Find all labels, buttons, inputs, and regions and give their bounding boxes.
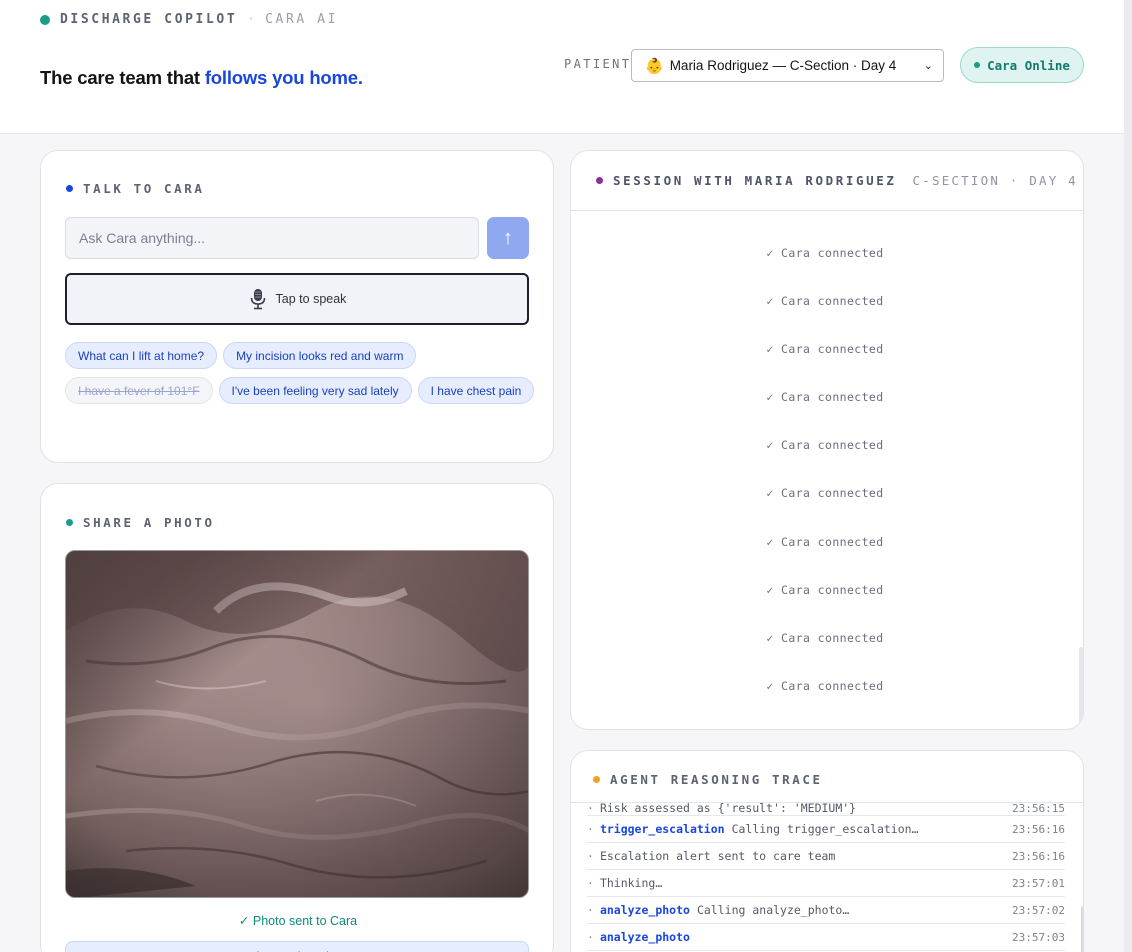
uploaded-photo <box>65 550 529 898</box>
brand-status-dot <box>40 14 50 25</box>
trace-tool: trigger_escalation <box>599 822 725 836</box>
trace-tool: analyze_photo <box>599 930 690 944</box>
ask-cara-input[interactable] <box>65 217 479 259</box>
talk-dot-icon <box>66 185 73 192</box>
suggestion-chip[interactable]: I have chest pain <box>417 377 535 404</box>
session-card: SESSION WITH MARIA RODRIGUEZ C-SECTION ·… <box>570 150 1084 730</box>
photo-sent-status: ✓ Photo sent to Cara <box>238 914 358 928</box>
bullet-icon: · <box>587 801 594 815</box>
bullet-icon: · <box>587 849 594 863</box>
talk-to-cara-card: TALK TO CARA ↑ Tap to speak What can I l… <box>40 150 554 463</box>
session-dot-icon <box>596 177 603 184</box>
session-subtitle: C-SECTION · DAY 4 <box>912 173 1078 188</box>
system-message: ✓ Cara connected <box>766 583 884 597</box>
tagline: The care team that follows you home. <box>40 67 363 89</box>
trace-time: 23:57:03 <box>1012 930 1065 944</box>
trace-title-text: AGENT REASONING TRACE <box>610 772 823 787</box>
brand-separator: · <box>247 12 256 27</box>
photo-card-title: SHARE A PHOTO <box>66 515 215 530</box>
trace-row: · analyze_photo 23:57:03 <box>587 924 1065 951</box>
system-message: ✓ Cara connected <box>766 294 884 308</box>
share-photo-card: SHARE A PHOTO ✓ Photo sent to Cara <box>40 483 554 952</box>
bullet-icon: · <box>587 903 594 917</box>
trace-tool: analyze_photo <box>599 903 690 917</box>
trace-row: · Thinking… 23:57:01 <box>587 870 1065 897</box>
trace-time: 23:57:01 <box>1012 876 1065 890</box>
brand: DISCHARGE COPILOT · CARA AI <box>40 12 338 27</box>
chevron-down-icon: ⌄ <box>923 60 933 72</box>
suggestion-chip[interactable]: I've been feeling very sad lately <box>218 377 412 404</box>
trace-row: · trigger_escalation Calling trigger_esc… <box>587 816 1065 843</box>
system-message: ✓ Cara connected <box>766 679 884 693</box>
page-scrollbar[interactable] <box>1124 0 1132 952</box>
system-message: ✓ Cara connected <box>766 438 884 452</box>
trace-text: Thinking… <box>599 876 663 890</box>
trace-text: Calling trigger_escalation… <box>731 822 919 836</box>
tagline-accent: follows you home. <box>204 67 363 88</box>
photo-card-title-text: SHARE A PHOTO <box>83 515 215 530</box>
tap-to-speak-label: Tap to speak <box>275 292 347 306</box>
bullet-icon: · <box>587 822 594 836</box>
trace-time: 23:56:15 <box>1012 802 1065 815</box>
trace-row: · Risk assessed as {'result': 'MEDIUM'} … <box>587 801 1065 816</box>
trace-text: Escalation alert sent to care team <box>599 849 836 863</box>
talk-card-title: TALK TO CARA <box>66 181 205 196</box>
trace-row: · analyze_photo Calling analyze_photo… 2… <box>587 897 1065 924</box>
suggestion-chips: What can I lift at home? My incision loo… <box>65 342 535 404</box>
photo-dot-icon <box>66 519 73 526</box>
trace-time: 23:56:16 <box>1012 822 1065 836</box>
system-message: ✓ Cara connected <box>766 390 884 404</box>
session-card-title: SESSION WITH MARIA RODRIGUEZ <box>596 173 897 188</box>
trace-list[interactable]: · Risk assessed as {'result': 'MEDIUM'} … <box>587 801 1065 951</box>
take-another-photo-button[interactable]: Take another photo <box>65 941 529 952</box>
brand-name: DISCHARGE COPILOT <box>60 12 238 27</box>
session-message-list[interactable]: ✓ Cara connected ✓ Cara connected ✓ Cara… <box>571 211 1079 729</box>
suggestion-chip[interactable]: What can I lift at home? <box>65 342 218 369</box>
system-message: ✓ Cara connected <box>766 246 884 260</box>
send-button[interactable]: ↑ <box>487 217 529 259</box>
bullet-icon: · <box>587 930 594 944</box>
reasoning-trace-card: AGENT REASONING TRACE · Risk assessed as… <box>570 750 1084 952</box>
trace-text: Calling analyze_photo… <box>696 903 850 917</box>
app-header: DISCHARGE COPILOT · CARA AI The care tea… <box>0 0 1124 134</box>
system-message: ✓ Cara connected <box>766 486 884 500</box>
trace-row: · Escalation alert sent to care team 23:… <box>587 843 1065 870</box>
suggestion-chip-used[interactable]: I have a fever of 101°F <box>65 377 213 404</box>
talk-card-title-text: TALK TO CARA <box>83 181 205 196</box>
system-message: ✓ Cara connected <box>766 631 884 645</box>
trace-time: 23:57:02 <box>1012 903 1065 917</box>
arrow-up-icon: ↑ <box>503 226 513 249</box>
bullet-icon: · <box>587 876 594 890</box>
trace-text: Risk assessed as {'result': 'MEDIUM'} <box>599 801 857 815</box>
tap-to-speak-button[interactable]: Tap to speak <box>65 273 529 325</box>
patient-selected-value: Maria Rodriguez — C-Section · Day 4 <box>669 58 897 73</box>
trace-scrollbar[interactable] <box>1081 906 1083 952</box>
suggestion-chip[interactable]: My incision looks red and warm <box>223 342 417 369</box>
session-scrollbar[interactable] <box>1079 647 1083 729</box>
status-badge: Cara Online <box>960 47 1084 83</box>
status-badge-label: Cara Online <box>987 57 1070 73</box>
trace-time: 23:56:16 <box>1012 849 1065 863</box>
baby-icon: 👶 <box>645 57 664 75</box>
patient-label: PATIENT <box>564 57 632 71</box>
trace-card-title: AGENT REASONING TRACE <box>593 772 823 787</box>
online-dot-icon <box>974 62 981 68</box>
skin-photo-texture <box>66 551 528 897</box>
trace-dot-icon <box>593 776 600 783</box>
brand-subtitle: CARA AI <box>265 12 339 27</box>
session-header: SESSION WITH MARIA RODRIGUEZ C-SECTION ·… <box>571 151 1083 211</box>
microphone-icon <box>250 289 265 310</box>
system-message: ✓ Cara connected <box>766 342 884 356</box>
patient-select[interactable]: 👶 Maria Rodriguez — C-Section · Day 4 ⌄ <box>631 49 944 82</box>
system-message: ✓ Cara connected <box>766 535 884 549</box>
tagline-start: The care team that <box>40 67 205 88</box>
session-title-text: SESSION WITH MARIA RODRIGUEZ <box>613 173 897 188</box>
